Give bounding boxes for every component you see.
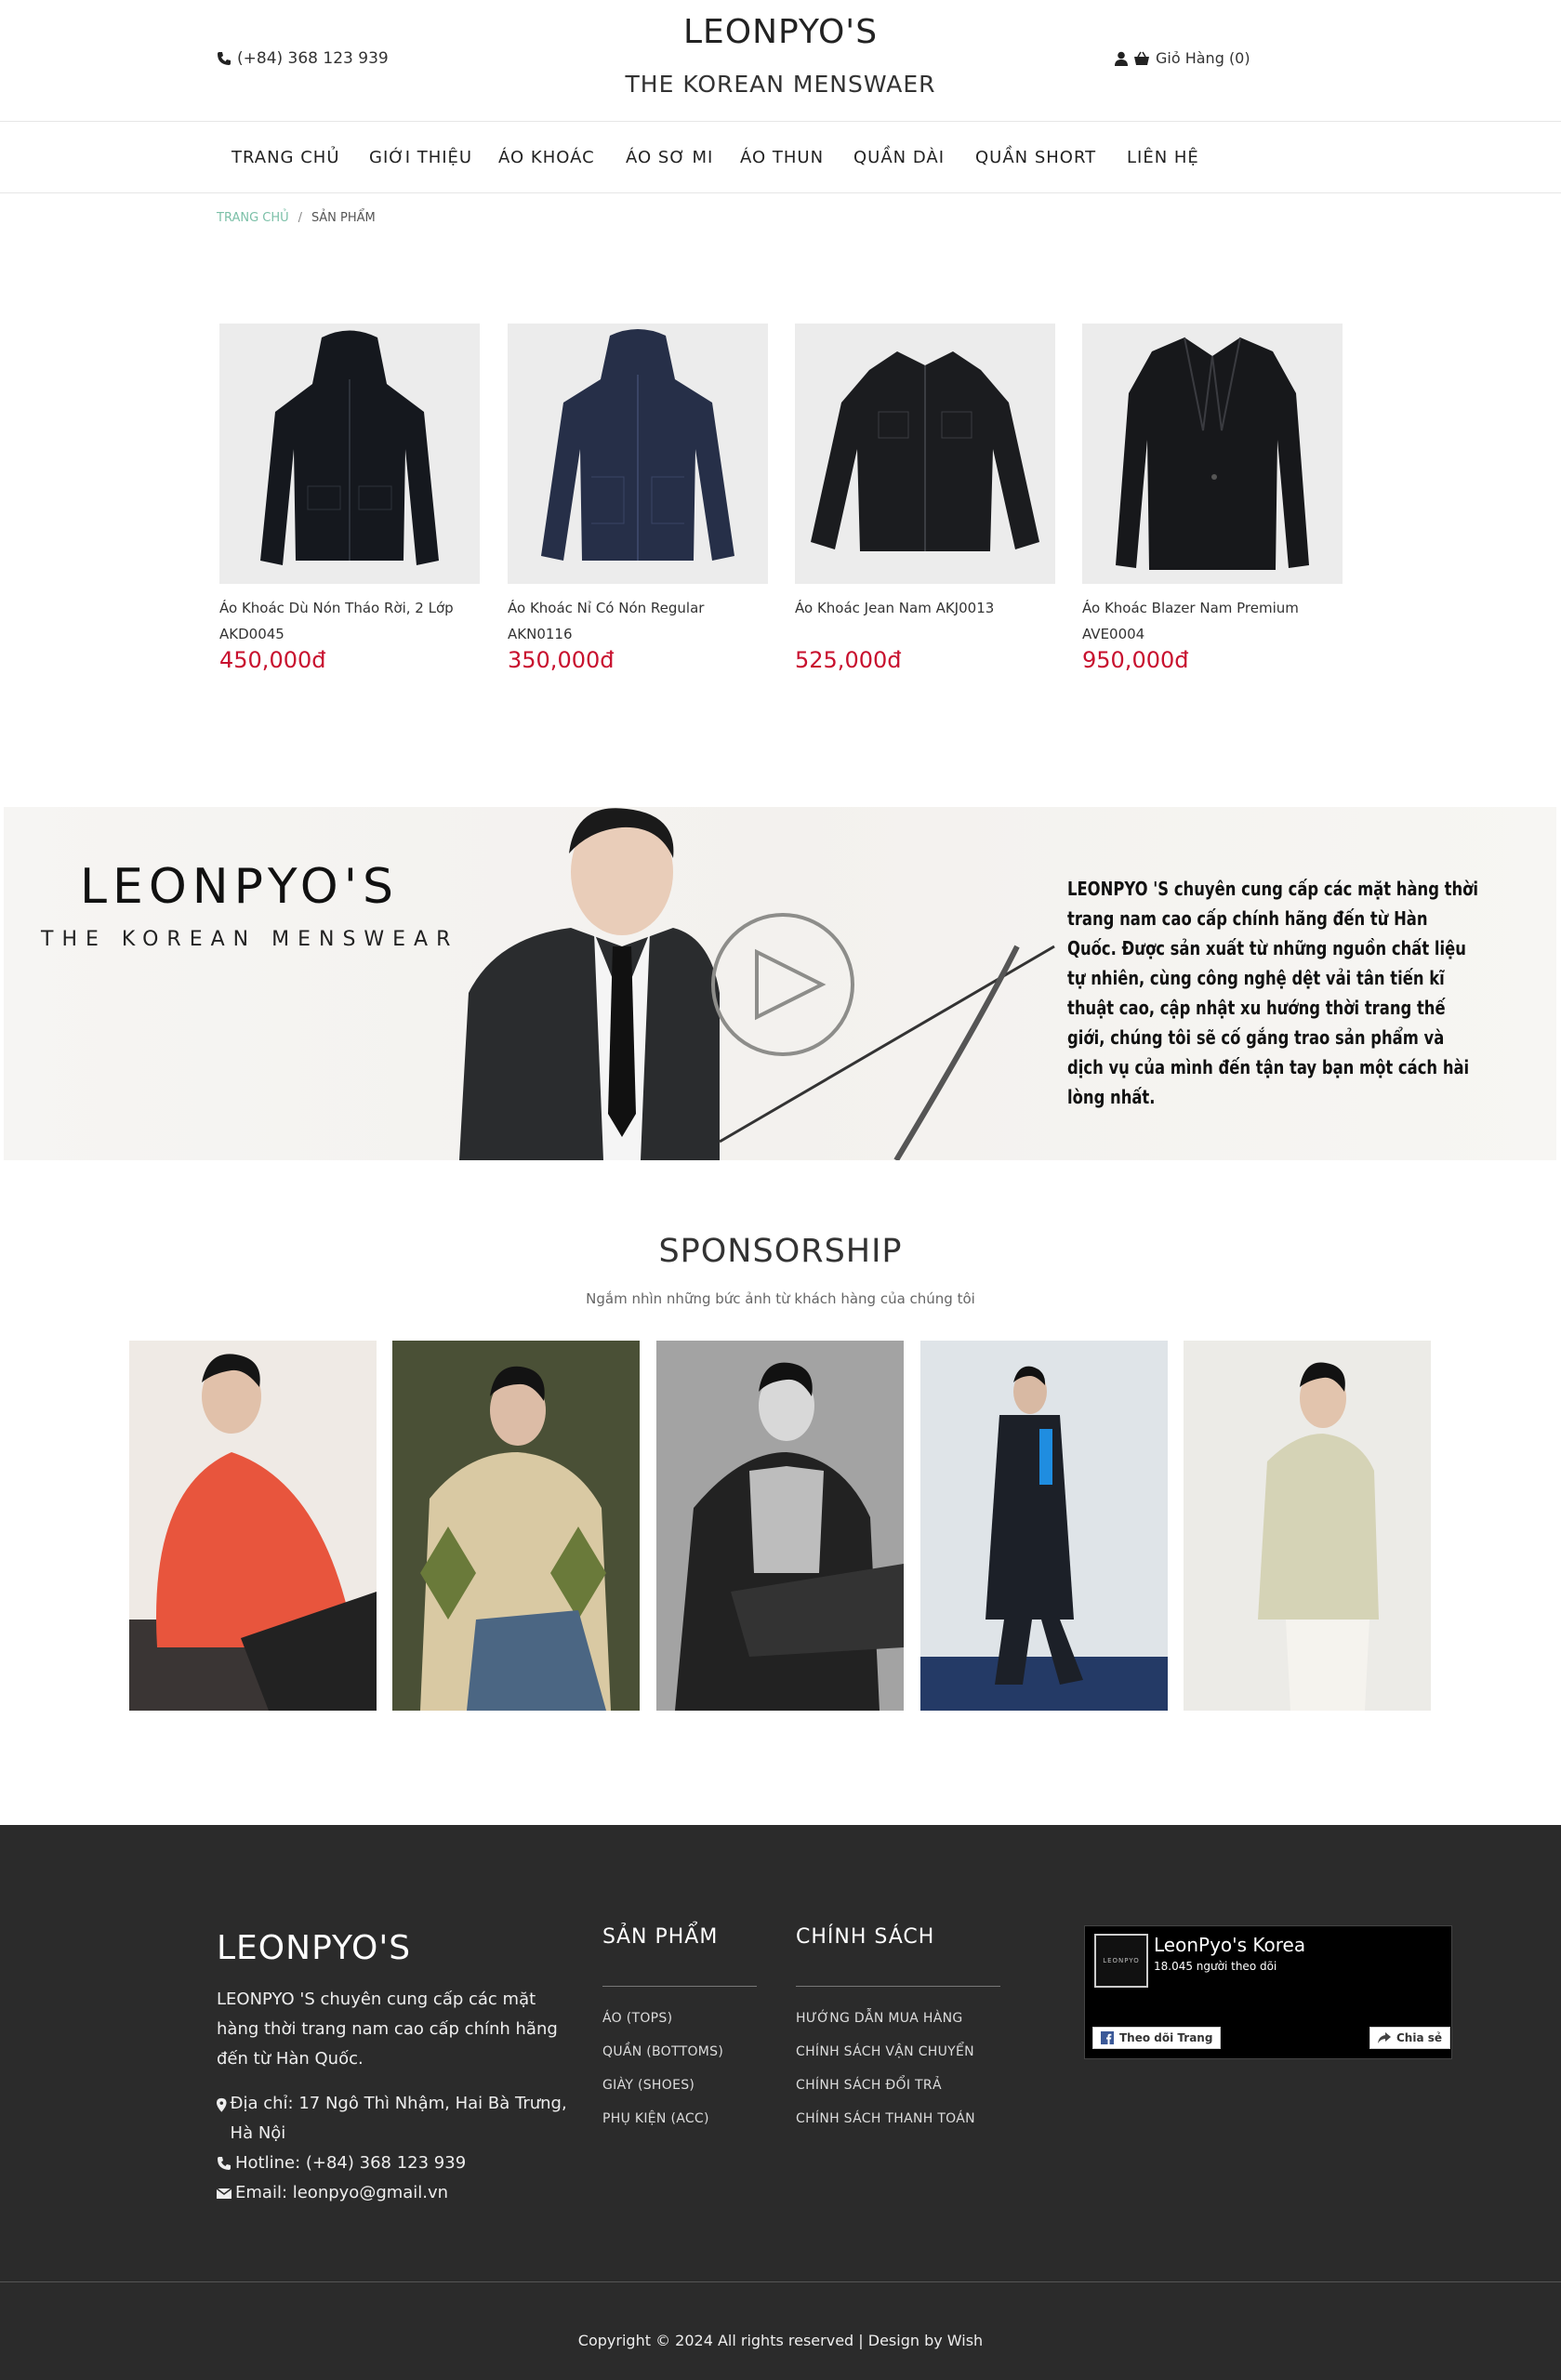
product-price: 350,000đ (508, 647, 615, 673)
nav-item-jackets[interactable]: ÁO KHOÁC (498, 148, 595, 167)
footer-description: LEONPYO 'S chuyên cung cấp các mặt hàng … (217, 1990, 558, 2069)
sponsor-photo[interactable] (1184, 1341, 1431, 1711)
footer-link-buying-guide[interactable]: HƯỚNG DẪN MUA HÀNG (796, 2011, 963, 2026)
footer-bottom-divider (0, 2281, 1561, 2282)
nav-item-pants[interactable]: QUẦN DÀI (853, 148, 945, 167)
facebook-page-avatar[interactable]: LEONPYO (1094, 1934, 1148, 1988)
phone-icon (218, 52, 231, 65)
product-image[interactable] (508, 324, 768, 584)
product-card[interactable]: Áo Khoác Dù Nón Tháo Rời, 2 Lớp AKD0045 … (219, 324, 480, 673)
facebook-follow-button[interactable]: Theo dõi Trang (1092, 2027, 1222, 2049)
facebook-icon (1101, 2031, 1114, 2044)
header-phone[interactable]: (+84) 368 123 939 (217, 49, 389, 68)
play-icon (711, 913, 854, 1056)
footer-contact: Địa chỉ: 17 Ngô Thì Nhậm, Hai Bà Trưng, … (217, 2089, 579, 2208)
product-card[interactable]: Áo Khoác Nỉ Có Nón Regular AKN0116 350,0… (508, 324, 768, 673)
sponsorship-title: SPONSORSHIP (658, 1233, 903, 1270)
footer-email[interactable]: Email: leonpyo@gmail.vn (217, 2178, 579, 2208)
product-image[interactable] (219, 324, 480, 584)
footer-link-accessories[interactable]: PHỤ KIỆN (ACC) (602, 2111, 709, 2126)
nav-item-about[interactable]: GIỚI THIỆU (369, 148, 472, 167)
footer-link-payment[interactable]: CHÍNH SÁCH THANH TOÁN (796, 2111, 975, 2126)
product-card[interactable]: Áo Khoác Jean Nam AKJ0013 525,000đ (795, 324, 1055, 673)
nav-item-contact[interactable]: LIÊN HỆ (1127, 148, 1199, 167)
sponsorship-subtitle: Ngắm nhìn những bức ảnh từ khách hàng củ… (586, 1290, 975, 1307)
banner-description: LEONPYO 'S chuyên cung cấp các mặt hàng … (1067, 878, 1479, 1108)
banner-brand: LEONPYO'S (80, 859, 400, 915)
footer-link-bottoms[interactable]: QUẦN (BOTTOMS) (602, 2044, 723, 2059)
sponsor-photo[interactable] (392, 1341, 640, 1711)
breadcrumb: TRANG CHỦ / SẢN PHẨM (217, 211, 376, 225)
main-nav: TRANG CHỦ GIỚI THIỆU ÁO KHOÁC ÁO SƠ MI Á… (0, 122, 1561, 193)
sponsor-photo[interactable] (656, 1341, 904, 1711)
footer-link-returns[interactable]: CHÍNH SÁCH ĐỔI TRẢ (796, 2078, 942, 2093)
facebook-page-widget[interactable]: LEONPYO LeonPyo's Korea 18.045 người the… (1084, 1925, 1452, 2059)
footer-products-title: SẢN PHẨM (602, 1925, 719, 1949)
sponsor-photo[interactable] (920, 1341, 1168, 1711)
product-card[interactable]: Áo Khoác Blazer Nam Premium AVE0004 950,… (1082, 324, 1343, 673)
breadcrumb-home[interactable]: TRANG CHỦ (217, 211, 289, 225)
facebook-followers: 18.045 người theo dõi (1154, 1960, 1277, 1973)
facebook-follow-label: Theo dõi Trang (1119, 2031, 1213, 2044)
footer-link-tops[interactable]: ÁO (TOPS) (602, 2011, 672, 2026)
site-footer: LEONPYO'S LEONPYO 'S chuyên cung cấp các… (0, 1825, 1561, 2380)
product-name[interactable]: Áo Khoác Nỉ Có Nón Regular AKN0116 (508, 595, 768, 647)
cart-label: Giỏ Hàng (0) (1156, 49, 1250, 67)
envelope-icon (217, 2188, 232, 2199)
promo-banner: LEONPYO'S THE KOREAN MENSWEAR LEONPYO 'S… (4, 807, 1556, 1160)
facebook-share-button[interactable]: Chia sẻ (1369, 2027, 1451, 2049)
footer-hotline-text: Hotline: (+84) 368 123 939 (235, 2153, 467, 2173)
facebook-share-label: Chia sẻ (1396, 2031, 1443, 2044)
footer-brand: LEONPYO'S (217, 1929, 412, 1967)
phone-number: (+84) 368 123 939 (237, 49, 389, 68)
site-header: (+84) 368 123 939 LEONPYO'S THE KOREAN M… (0, 0, 1561, 122)
banner-subtitle: THE KOREAN MENSWEAR (41, 928, 459, 951)
breadcrumb-current: SẢN PHẨM (311, 211, 376, 225)
site-logo[interactable]: LEONPYO'S (0, 13, 1561, 51)
product-image[interactable] (795, 324, 1055, 584)
product-price: 450,000đ (219, 647, 326, 673)
footer-link-shipping[interactable]: CHÍNH SÁCH VẬN CHUYỂN (796, 2044, 974, 2059)
footer-address: Địa chỉ: 17 Ngô Thì Nhậm, Hai Bà Trưng, … (217, 2089, 579, 2149)
nav-item-home[interactable]: TRANG CHỦ (232, 148, 340, 167)
footer-link-shoes[interactable]: GIÀY (SHOES) (602, 2078, 695, 2093)
nav-item-shorts[interactable]: QUẦN SHORT (975, 148, 1096, 167)
user-icon (1115, 51, 1128, 66)
phone-icon (218, 2157, 231, 2170)
product-name[interactable]: Áo Khoác Blazer Nam Premium AVE0004 (1082, 595, 1343, 647)
map-pin-icon (217, 2097, 227, 2112)
product-price: 525,000đ (795, 647, 902, 673)
product-price: 950,000đ (1082, 647, 1189, 673)
nav-item-shirts[interactable]: ÁO SƠ MI (626, 148, 713, 167)
basket-icon (1134, 51, 1149, 65)
site-tagline: THE KOREAN MENSWAER (625, 71, 936, 98)
footer-address-text: Địa chỉ: 17 Ngô Thì Nhậm, Hai Bà Trưng, … (230, 2094, 567, 2143)
video-play-button[interactable] (710, 906, 855, 1064)
facebook-page-name[interactable]: LeonPyo's Korea (1154, 1934, 1305, 1956)
product-name[interactable]: Áo Khoác Jean Nam AKJ0013 (795, 595, 1055, 647)
sponsor-photo[interactable] (129, 1341, 377, 1711)
cart-link[interactable]: Giỏ Hàng (0) (1115, 49, 1250, 67)
footer-email-text: Email: leonpyo@gmail.vn (235, 2183, 449, 2202)
share-icon (1378, 2032, 1391, 2043)
breadcrumb-separator: / (298, 211, 303, 225)
footer-policy-title: CHÍNH SÁCH (796, 1925, 935, 1949)
footer-divider (796, 1986, 1000, 1987)
product-image[interactable] (1082, 324, 1343, 584)
footer-hotline[interactable]: Hotline: (+84) 368 123 939 (217, 2149, 579, 2178)
nav-item-tshirts[interactable]: ÁO THUN (740, 148, 824, 167)
copyright-text: Copyright © 2024 All rights reserved | D… (577, 2332, 984, 2349)
product-name[interactable]: Áo Khoác Dù Nón Tháo Rời, 2 Lớp AKD0045 (219, 595, 480, 647)
footer-divider (602, 1986, 757, 1987)
